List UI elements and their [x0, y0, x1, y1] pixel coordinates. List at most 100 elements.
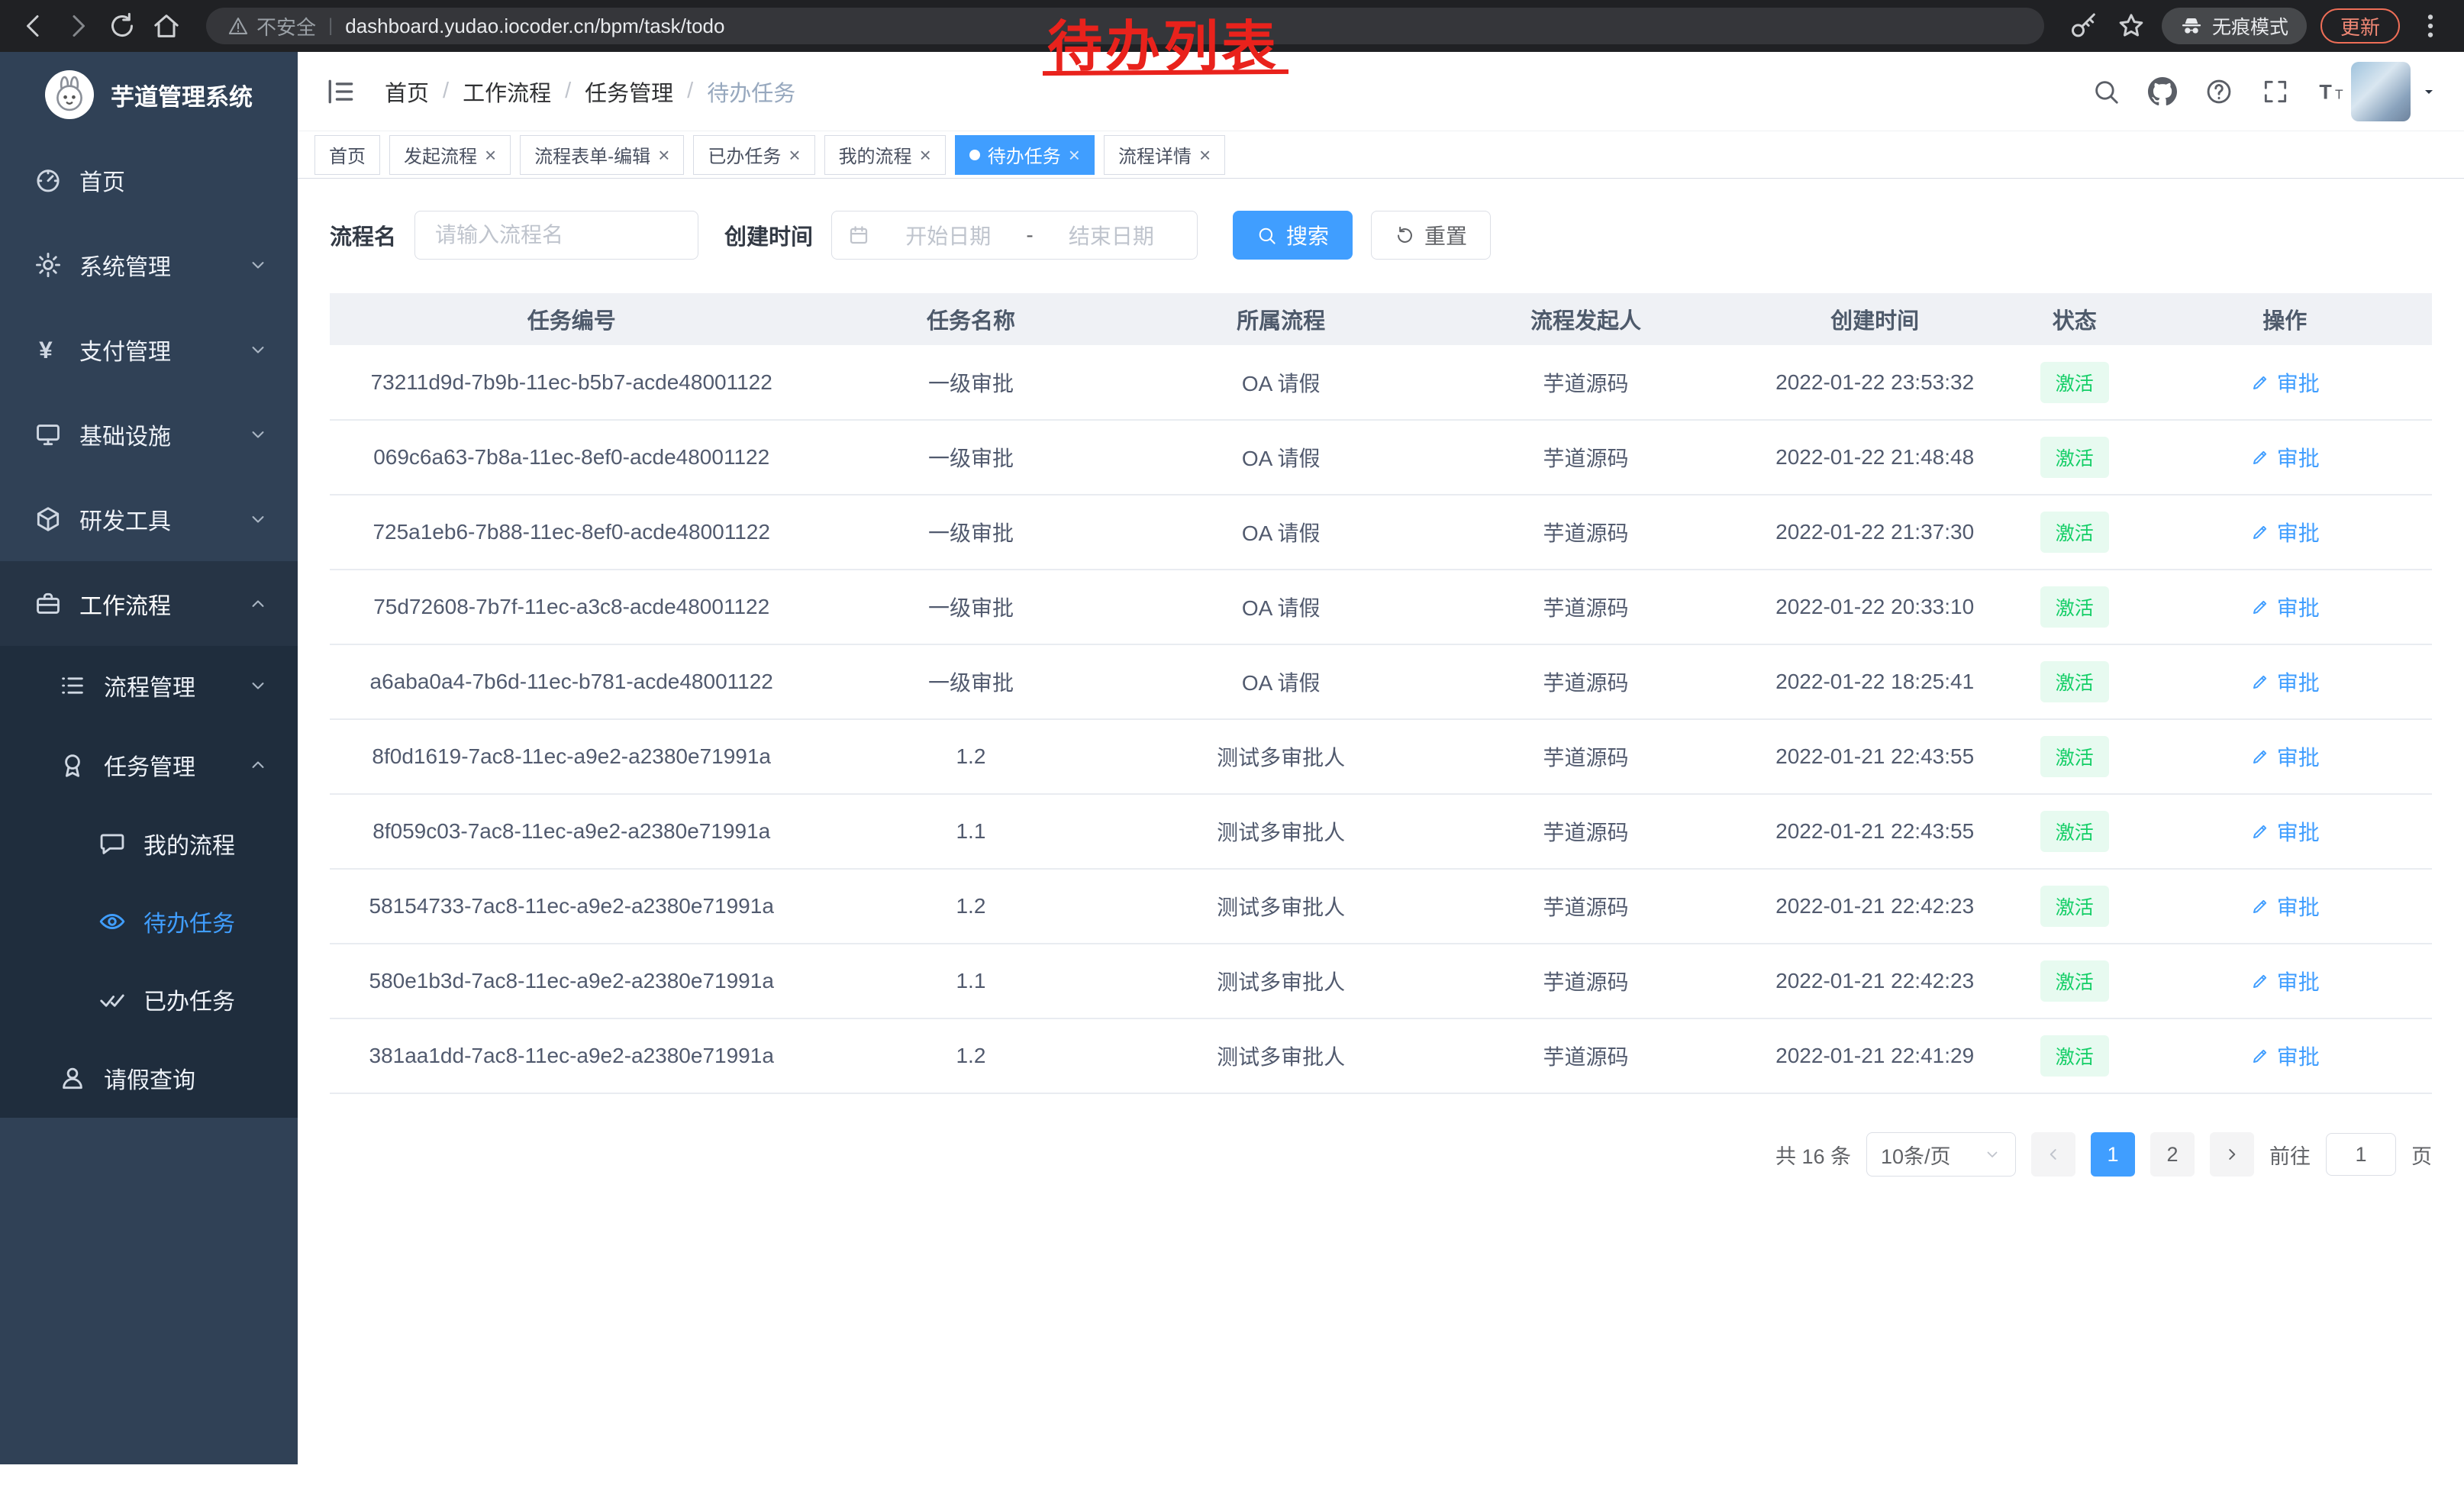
tab-4[interactable]: 我的流程× — [824, 135, 946, 175]
sidebar-item-todo-task[interactable]: 待办任务 — [0, 883, 298, 960]
search-button[interactable]: 搜索 — [1233, 211, 1353, 260]
status-badge: 激活 — [2040, 960, 2109, 1002]
chevron-down-icon — [247, 254, 269, 276]
sidebar-item-label: 待办任务 — [144, 905, 235, 938]
sidebar-item-done-task[interactable]: 已办任务 — [0, 960, 298, 1038]
breadcrumb-item[interactable]: 首页 — [385, 76, 429, 108]
starter-cell: 芋道源码 — [1434, 495, 1738, 570]
page-button-2[interactable]: 2 — [2150, 1132, 2195, 1177]
approve-link[interactable]: 审批 — [2250, 741, 2320, 772]
tab-3[interactable]: 已办任务× — [693, 135, 814, 175]
prev-page-button[interactable] — [2031, 1132, 2075, 1177]
reset-button[interactable]: 重置 — [1371, 211, 1491, 260]
sidebar-item-leave-query[interactable]: 请假查询 — [0, 1038, 298, 1118]
menu-dots-icon[interactable] — [2414, 11, 2447, 41]
tab-0[interactable]: 首页 — [314, 135, 380, 175]
approve-link[interactable]: 审批 — [2250, 891, 2320, 922]
sidebar-item-devtools[interactable]: 研发工具 — [0, 476, 298, 561]
date-range-picker[interactable]: 开始日期 - 结束日期 — [831, 211, 1198, 260]
list-icon — [58, 671, 87, 700]
process-cell: OA 请假 — [1129, 420, 1434, 495]
sidebar-item-label: 任务管理 — [104, 748, 195, 782]
app-title: 芋道管理系统 — [111, 78, 253, 112]
sidebar-item-payment[interactable]: ¥支付管理 — [0, 307, 298, 392]
create-time-cell: 2022-01-22 23:53:32 — [1738, 345, 2011, 420]
update-button[interactable]: 更新 — [2320, 8, 2400, 44]
reload-icon[interactable] — [105, 11, 139, 41]
approve-link[interactable]: 审批 — [2250, 1041, 2320, 1071]
key-icon[interactable] — [2067, 11, 2101, 41]
status-cell: 激活 — [2011, 944, 2137, 1018]
page-size-value: 10条/页 — [1881, 1140, 1951, 1170]
process-cell: OA 请假 — [1129, 495, 1434, 570]
fullscreen-icon[interactable] — [2261, 77, 2290, 106]
table-row: 381aa1dd-7ac8-11ec-a9e2-a2380e71991a1.2测… — [330, 1018, 2432, 1093]
table-row: 58154733-7ac8-11ec-a9e2-a2380e71991a1.2测… — [330, 869, 2432, 944]
edit-icon — [2250, 896, 2270, 916]
status-cell: 激活 — [2011, 644, 2137, 719]
action-cell: 审批 — [2137, 944, 2432, 1018]
close-icon[interactable]: × — [789, 145, 800, 165]
close-icon[interactable]: × — [1199, 145, 1211, 165]
breadcrumb-separator: / — [443, 79, 449, 104]
sidebar-item-process-mgmt[interactable]: 流程管理 — [0, 646, 298, 725]
sidebar-item-label: 基础设施 — [79, 418, 171, 451]
approve-link[interactable]: 审批 — [2250, 966, 2320, 996]
tab-6[interactable]: 流程详情× — [1104, 135, 1225, 175]
tab-label: 流程表单-编辑 — [534, 141, 650, 168]
avatar[interactable] — [2351, 62, 2411, 121]
approve-link[interactable]: 审批 — [2250, 592, 2320, 622]
approve-link[interactable]: 审批 — [2250, 816, 2320, 847]
sidebar-collapse-icon[interactable] — [324, 75, 357, 108]
tab-label: 待办任务 — [988, 141, 1061, 168]
breadcrumb-item[interactable]: 工作流程 — [463, 76, 551, 108]
close-icon[interactable]: × — [1069, 145, 1080, 165]
incognito-label: 无痕模式 — [2212, 12, 2288, 40]
top-navbar: 首页/工作流程/任务管理/待办任务 TT — [298, 52, 2464, 131]
task-id-cell: 069c6a63-7b8a-11ec-8ef0-acde48001122 — [330, 420, 813, 495]
approve-link[interactable]: 审批 — [2250, 367, 2320, 398]
logo[interactable]: 芋道管理系统 — [0, 52, 298, 137]
breadcrumb: 首页/工作流程/任务管理/待办任务 — [385, 76, 795, 108]
tab-1[interactable]: 发起流程× — [389, 135, 511, 175]
process-name-input[interactable] — [414, 211, 698, 260]
status-badge: 激活 — [2040, 437, 2109, 478]
logo-avatar — [45, 70, 94, 119]
search-icon[interactable] — [2091, 77, 2121, 106]
sidebar-item-system[interactable]: 系统管理 — [0, 222, 298, 307]
task-name-cell: 一级审批 — [813, 644, 1128, 719]
close-icon[interactable]: × — [658, 145, 669, 165]
close-icon[interactable]: × — [920, 145, 931, 165]
page-button-1[interactable]: 1 — [2091, 1132, 2135, 1177]
approve-link[interactable]: 审批 — [2250, 517, 2320, 547]
forward-icon[interactable] — [61, 11, 95, 41]
task-id-cell: 8f059c03-7ac8-11ec-a9e2-a2380e71991a — [330, 794, 813, 869]
sidebar-item-workflow[interactable]: 工作流程 — [0, 561, 298, 646]
sidebar-item-my-process[interactable]: 我的流程 — [0, 805, 298, 883]
question-icon[interactable] — [2204, 77, 2233, 106]
page-size-select[interactable]: 10条/页 — [1866, 1132, 2016, 1177]
font-size-icon[interactable]: TT — [2317, 77, 2346, 106]
github-icon[interactable] — [2148, 77, 2177, 106]
star-icon[interactable] — [2114, 11, 2148, 41]
goto-page-input[interactable] — [2326, 1133, 2396, 1176]
tab-2[interactable]: 流程表单-编辑 × — [520, 135, 684, 175]
sidebar-item-task-mgmt[interactable]: 任务管理 — [0, 725, 298, 805]
home-icon[interactable] — [150, 11, 183, 41]
tab-active-5[interactable]: 待办任务 × — [955, 135, 1095, 175]
next-page-button[interactable] — [2210, 1132, 2254, 1177]
user-menu[interactable] — [2351, 62, 2438, 121]
back-icon[interactable] — [17, 11, 50, 41]
sidebar-item-home[interactable]: 首页 — [0, 137, 298, 222]
approve-link[interactable]: 审批 — [2250, 667, 2320, 697]
approve-link[interactable]: 审批 — [2250, 442, 2320, 473]
sidebar-item-label: 工作流程 — [79, 587, 171, 621]
column-header: 创建时间 — [1738, 293, 2011, 345]
warning-icon — [227, 15, 249, 37]
task-id-cell: 58154733-7ac8-11ec-a9e2-a2380e71991a — [330, 869, 813, 944]
pagination: 共 16 条 10条/页 12 前往 页 — [330, 1132, 2432, 1177]
breadcrumb-item[interactable]: 任务管理 — [585, 76, 673, 108]
sidebar-item-infrastructure[interactable]: 基础设施 — [0, 392, 298, 476]
task-name-cell: 1.2 — [813, 869, 1128, 944]
close-icon[interactable]: × — [485, 145, 496, 165]
